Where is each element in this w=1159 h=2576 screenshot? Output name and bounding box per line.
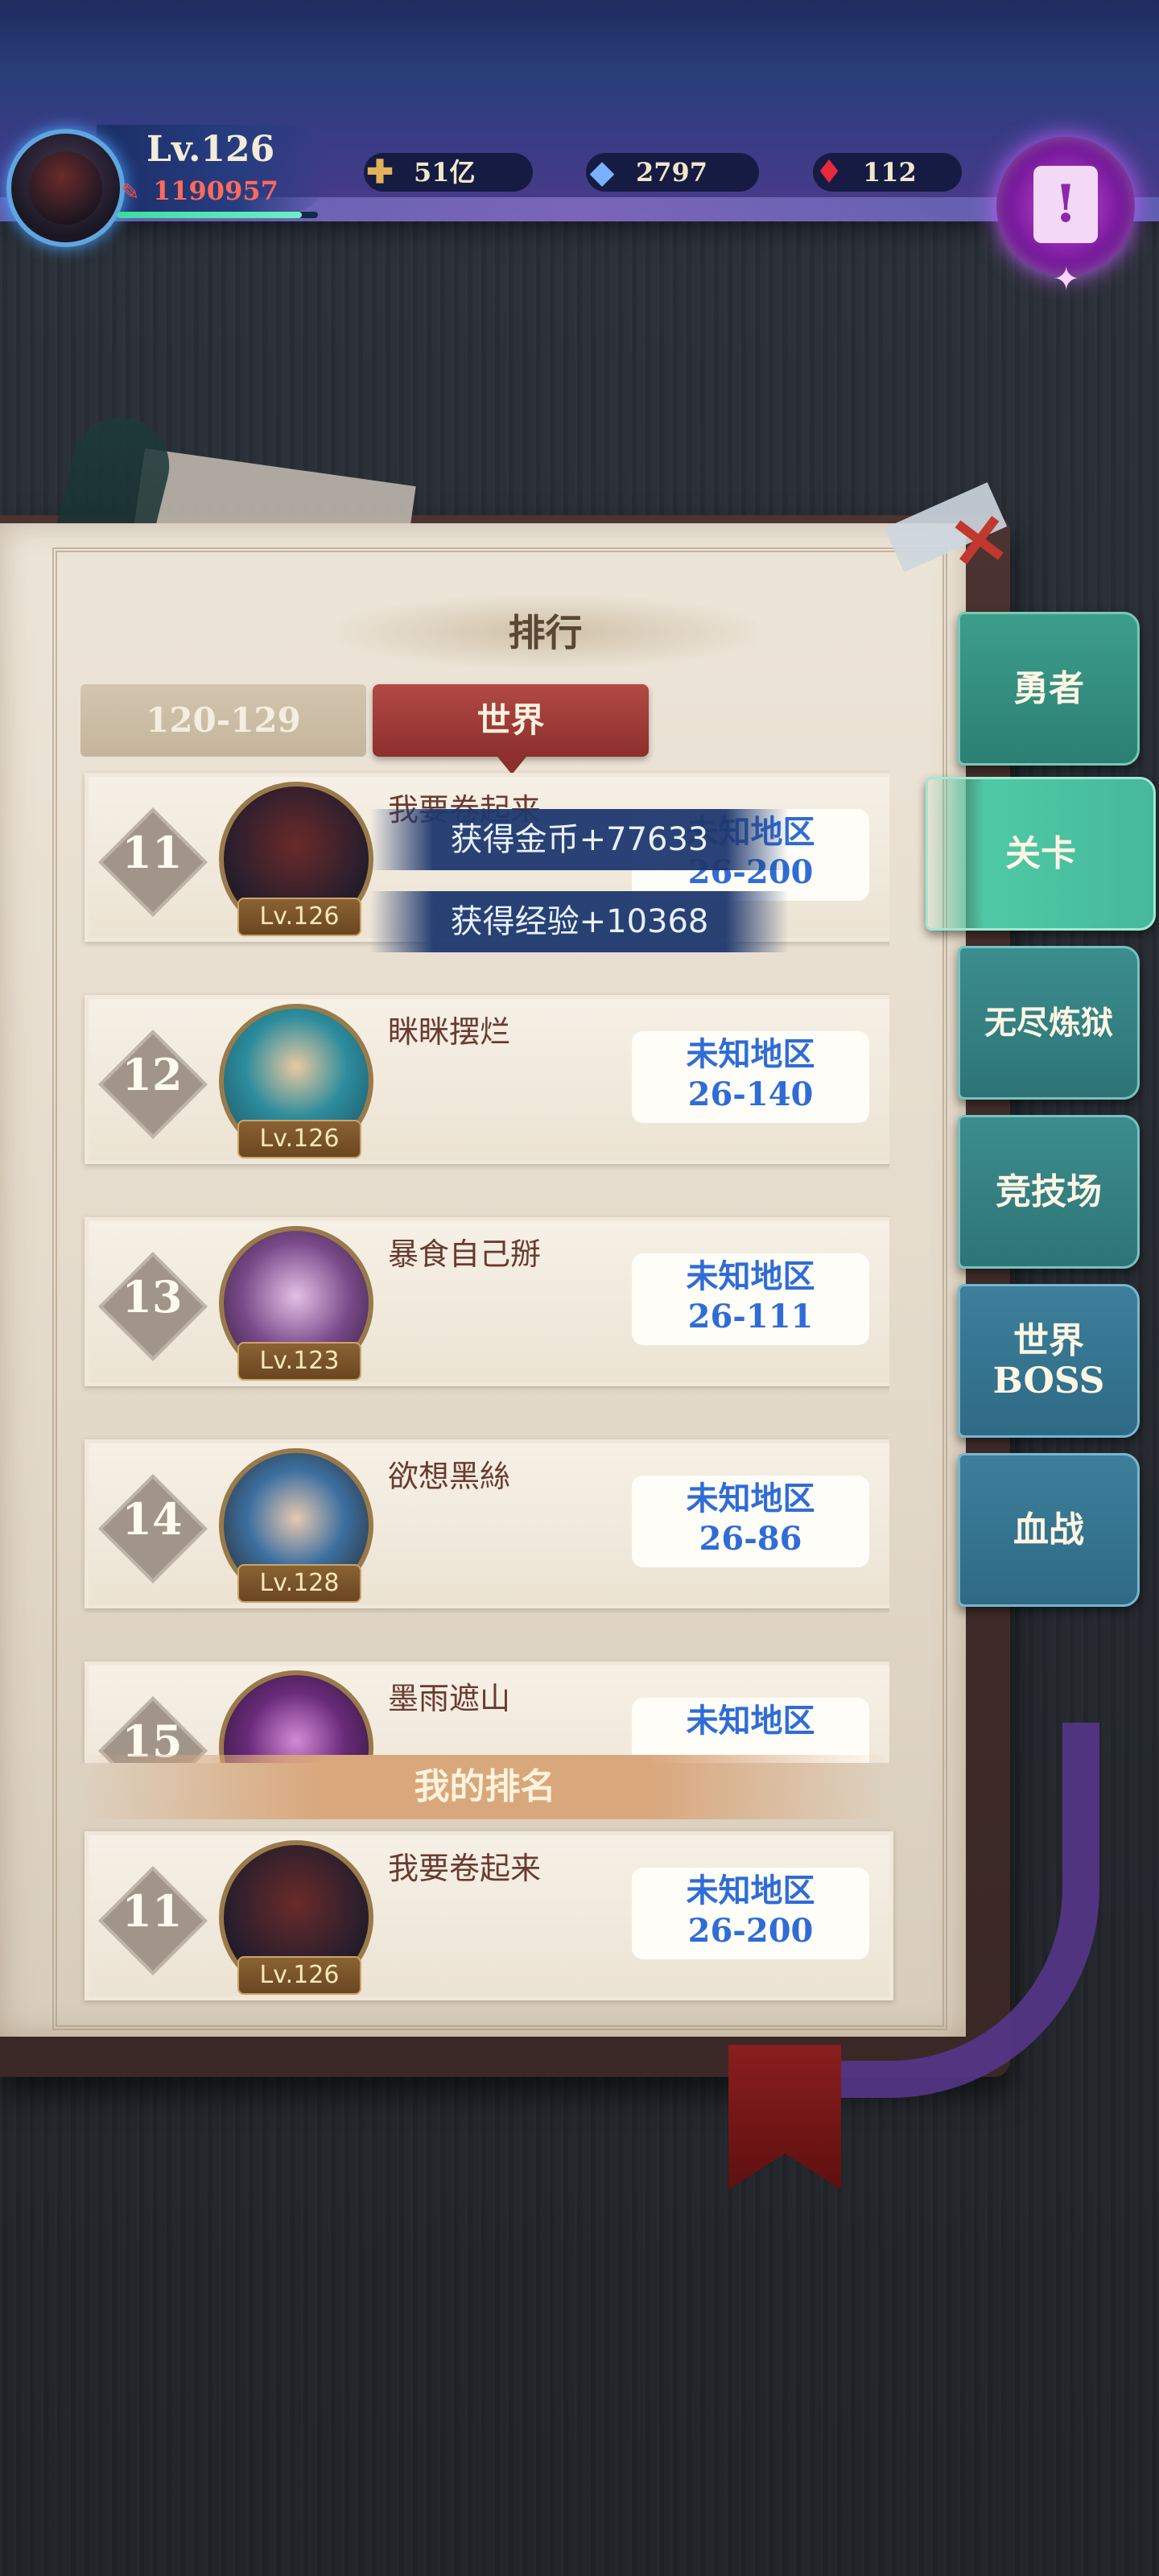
crystal-value: 112	[863, 157, 917, 188]
server-label: 未知地区 26-86	[632, 1476, 869, 1567]
server-region: 未知地区	[686, 1480, 815, 1517]
quest-scroll-button[interactable]: ! ✦	[996, 137, 1135, 298]
gold-resource[interactable]: ✚ 51亿	[364, 153, 533, 192]
star-icon: ✦	[1053, 261, 1080, 298]
server-id: 26-200	[687, 1912, 814, 1950]
gold-value: 51亿	[414, 157, 476, 188]
sword-icon: ✎	[121, 179, 140, 205]
rank-number: 11	[122, 1885, 183, 1937]
level-badge: Lv.126	[237, 1956, 361, 1995]
my-rank-header: 我的排名	[80, 1755, 889, 1819]
crystal-resource[interactable]: ♦ 112	[813, 153, 962, 192]
world-boss-line1: 世界	[1013, 1319, 1084, 1361]
close-icon[interactable]: ✕	[944, 495, 1014, 586]
server-region: 未知地区	[686, 1702, 815, 1740]
server-region: 未知地区	[686, 1257, 815, 1295]
server-label: 未知地区 26-111	[632, 1253, 869, 1345]
level-badge: Lv.128	[237, 1564, 361, 1603]
player-name: 眯眯摆烂	[388, 1014, 511, 1050]
tab-level-range[interactable]: 120-129	[80, 684, 366, 757]
side-tab-arena[interactable]: 竞技场	[958, 1115, 1140, 1269]
tab-world[interactable]: 世界	[373, 684, 649, 774]
exp-reward-toast: 获得经验+10368	[370, 891, 789, 952]
server-label: 未知地区	[632, 1698, 869, 1763]
server-label: 未知地区 26-140	[632, 1031, 869, 1123]
page-title: 排行	[508, 611, 583, 654]
side-tab-stage[interactable]: 关卡	[926, 777, 1156, 931]
exp-bar	[117, 212, 318, 218]
scroll-exclamation-icon: !	[1033, 166, 1098, 243]
list-item[interactable]: 12 Lv.126 眯眯摆烂 未知地区 26-140	[85, 995, 889, 1164]
player-avatar[interactable]	[6, 129, 125, 247]
side-tab-world-boss[interactable]: 世界 BOSS	[958, 1284, 1140, 1438]
level-badge: Lv.126	[237, 1120, 361, 1158]
rank-number: 11	[122, 827, 183, 878]
bookmark-ribbon	[728, 2045, 841, 2190]
my-rank-row[interactable]: 11 Lv.126 我要卷起来 未知地区 26-200	[85, 1831, 893, 2000]
player-name: 墨雨遮山	[388, 1681, 511, 1716]
level-badge: Lv.123	[237, 1342, 361, 1381]
list-item[interactable]: 14 Lv.128 欲想黑絲 未知地区 26-86	[85, 1439, 889, 1608]
server-region: 未知地区	[686, 1035, 815, 1073]
gold-scroll-icon: ✚	[366, 153, 394, 191]
avatar-portrait	[29, 151, 102, 225]
level-badge: Lv.126	[237, 898, 361, 936]
server-id: 26-86	[699, 1520, 802, 1558]
server-id: 26-140	[687, 1075, 814, 1113]
gold-reward-toast: 获得金币+77633	[370, 809, 789, 870]
player-name: 我要卷起来	[388, 1851, 542, 1886]
side-tab-blood-battle[interactable]: 血战	[958, 1453, 1140, 1607]
rank-number: 13	[122, 1271, 183, 1323]
list-item[interactable]: 13 Lv.123 暴食自己掰 未知地区 26-111	[85, 1217, 889, 1386]
server-id: 26-111	[687, 1298, 814, 1335]
diamond-icon: ◆	[589, 153, 615, 191]
side-tab-endless-purgatory[interactable]: 无尽炼狱	[958, 946, 1140, 1100]
server-region: 未知地区	[686, 1872, 815, 1909]
server-label: 未知地区 26-200	[632, 1868, 869, 1959]
diamond-resource[interactable]: ◆ 2797	[586, 153, 759, 192]
world-boss-label: 世界 BOSS	[992, 1319, 1105, 1402]
exp-bar-fill	[117, 212, 302, 218]
player-avatar[interactable]	[219, 1670, 373, 1763]
player-level: Lv.126	[146, 129, 275, 170]
list-item[interactable]: 15 墨雨遮山 未知地区	[85, 1662, 889, 1763]
red-crystal-icon: ♦	[815, 153, 843, 191]
rank-number: 14	[122, 1493, 183, 1545]
world-boss-line2: BOSS	[992, 1360, 1105, 1402]
player-name: 暴食自己掰	[388, 1236, 542, 1272]
side-tab-hero[interactable]: 勇者	[958, 612, 1140, 766]
rank-number: 12	[122, 1049, 183, 1100]
player-power: 1190957	[153, 175, 278, 206]
diamond-value: 2797	[636, 157, 708, 188]
player-name: 欲想黑絲	[388, 1459, 511, 1494]
